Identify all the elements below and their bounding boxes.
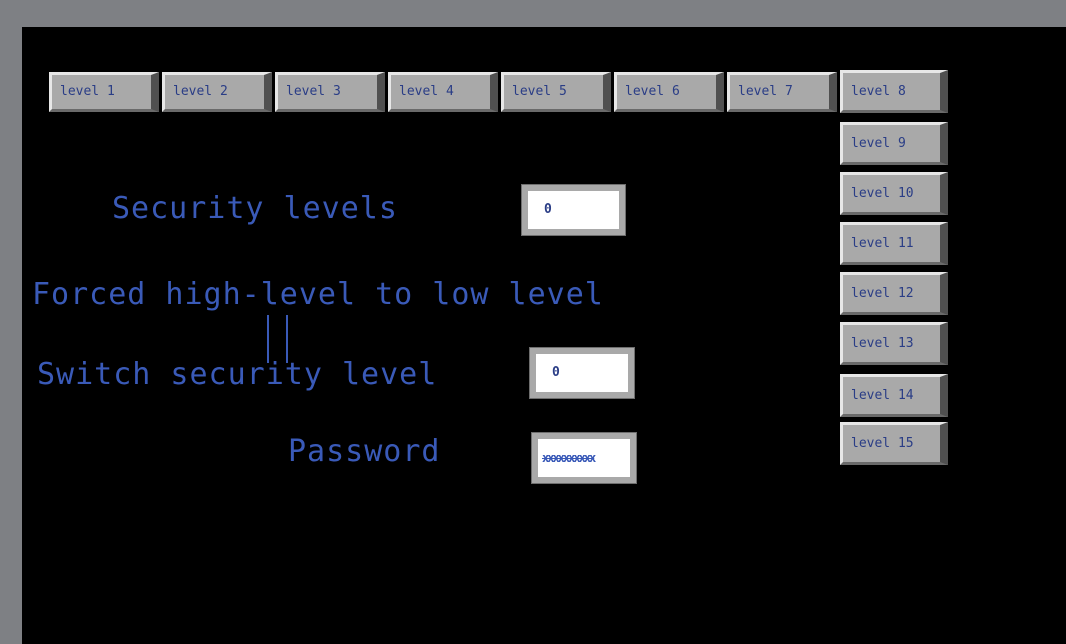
level-4-button[interactable]: level 4 xyxy=(388,72,498,112)
password-label: Password xyxy=(288,434,441,469)
connector-line-left xyxy=(267,315,269,363)
switch-security-level-input[interactable]: 0 xyxy=(529,347,635,399)
level-14-button[interactable]: level 14 xyxy=(840,374,948,417)
level-15-button[interactable]: level 15 xyxy=(840,422,948,465)
level-2-button[interactable]: level 2 xyxy=(162,72,272,112)
password-input[interactable]: xxxxxxxxxx xyxy=(531,432,637,484)
security-levels-value: 0 xyxy=(521,184,626,236)
hmi-screen: level 1 level 2 level 3 level 4 level 5 … xyxy=(22,27,1066,644)
window-frame: level 1 level 2 level 3 level 4 level 5 … xyxy=(0,0,1066,644)
level-10-button[interactable]: level 10 xyxy=(840,172,948,215)
password-masked-text: xxxxxxxxxx xyxy=(542,451,596,465)
level-9-button[interactable]: level 9 xyxy=(840,122,948,165)
level-12-button[interactable]: level 12 xyxy=(840,272,948,315)
level-11-button[interactable]: level 11 xyxy=(840,222,948,265)
level-6-button[interactable]: level 6 xyxy=(614,72,724,112)
level-3-button[interactable]: level 3 xyxy=(275,72,385,112)
level-1-button[interactable]: level 1 xyxy=(49,72,159,112)
level-7-button[interactable]: level 7 xyxy=(727,72,837,112)
forced-level-label: Forced high-level to low level xyxy=(32,277,604,312)
switch-security-level-label: Switch security level xyxy=(37,357,438,392)
level-5-button[interactable]: level 5 xyxy=(501,72,611,112)
connector-line-right xyxy=(286,315,288,363)
level-8-button[interactable]: level 8 xyxy=(840,70,948,113)
level-13-button[interactable]: level 13 xyxy=(840,322,948,365)
security-levels-label: Security levels xyxy=(112,191,398,226)
